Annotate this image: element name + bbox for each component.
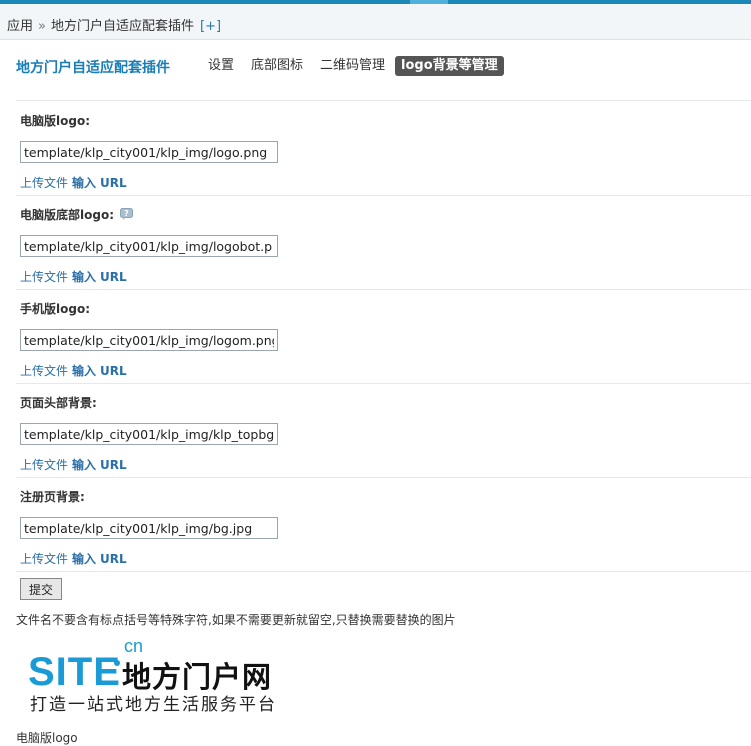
input-link[interactable]: 输入	[72, 458, 96, 472]
settings-panel: 电脑版logo: 上传文件输入URL 电脑版底部logo:? 上传文件输入URL…	[16, 100, 751, 572]
submit-button[interactable]: 提交	[20, 578, 62, 600]
logo-dot	[114, 660, 120, 666]
help-icon[interactable]: ?	[120, 208, 133, 220]
setting-label: 注册页背景:	[20, 490, 85, 504]
upload-file-link[interactable]: 上传文件	[20, 364, 68, 378]
breadcrumb-add-link[interactable]: [+]	[194, 19, 221, 34]
svg-text:?: ?	[124, 209, 129, 218]
upload-file-link[interactable]: 上传文件	[20, 176, 68, 190]
header-background-input[interactable]	[20, 423, 278, 445]
setting-label: 页面头部背景:	[20, 396, 97, 410]
setting-row-mobile-logo: 手机版logo: 上传文件输入 URL	[16, 289, 751, 384]
tab-qrcode[interactable]: 二维码管理	[314, 56, 391, 76]
breadcrumb-plugin: 地方门户自适应配套插件	[50, 19, 194, 34]
plugin-title: 地方门户自适应配套插件	[16, 60, 170, 76]
setting-row-pc-logo: 电脑版logo: 上传文件输入 URL	[16, 101, 751, 196]
breadcrumb-separator: »	[38, 19, 46, 34]
input-link[interactable]: 输入	[72, 552, 96, 566]
plugin-header: 地方门户自适应配套插件 设置 底部图标 二维码管理 logo背景等管理	[16, 56, 751, 78]
tab-logo-background[interactable]: logo背景等管理	[395, 56, 504, 76]
upload-file-link[interactable]: 上传文件	[20, 458, 68, 472]
upload-note: 文件名不要含有标点括号等特殊字符,如果不需要更新就留空,只替换需要替换的图片	[16, 613, 456, 627]
upload-file-link[interactable]: 上传文件	[20, 270, 68, 284]
cutoff-label: 电脑版logo	[16, 731, 78, 745]
url-link[interactable]: URL	[100, 552, 127, 566]
input-link[interactable]: 输入	[72, 364, 96, 378]
logo-site-text: SITE	[28, 650, 121, 694]
breadcrumb-app-link[interactable]: 应用	[7, 19, 33, 34]
upload-file-link[interactable]: 上传文件	[20, 552, 68, 566]
url-link[interactable]: URL	[100, 458, 127, 472]
setting-row-register-background: 注册页背景: 上传文件输入 URL	[16, 477, 751, 572]
tab-bottom-icons[interactable]: 底部图标	[245, 56, 309, 76]
setting-label: 手机版logo:	[20, 302, 90, 316]
setting-row-pc-bottom-logo: 电脑版底部logo:? 上传文件输入 URL	[16, 195, 751, 290]
tab-settings[interactable]: 设置	[202, 56, 240, 76]
logo-slogan-text: 打造一站式地方生活服务平台	[30, 695, 277, 715]
pc-logo-input[interactable]	[20, 141, 278, 163]
url-link[interactable]: URL	[100, 364, 127, 378]
setting-label: 电脑版logo:	[20, 114, 90, 128]
setting-row-header-background: 页面头部背景: 上传文件输入 URL	[16, 383, 751, 478]
url-link[interactable]: URL	[100, 176, 127, 190]
input-link[interactable]: 输入	[72, 270, 96, 284]
url-link[interactable]: URL	[100, 270, 127, 284]
breadcrumb: 应用 » 地方门户自适应配套插件 [+]	[0, 4, 751, 40]
logo-preview: cn SITE 地方门户网 打造一站式地方生活服务平台	[28, 634, 288, 715]
pc-bottom-logo-input[interactable]	[20, 235, 278, 257]
register-background-input[interactable]	[20, 517, 278, 539]
setting-label: 电脑版底部logo:	[20, 208, 114, 222]
input-link[interactable]: 输入	[72, 176, 96, 190]
mobile-logo-input[interactable]	[20, 329, 278, 351]
